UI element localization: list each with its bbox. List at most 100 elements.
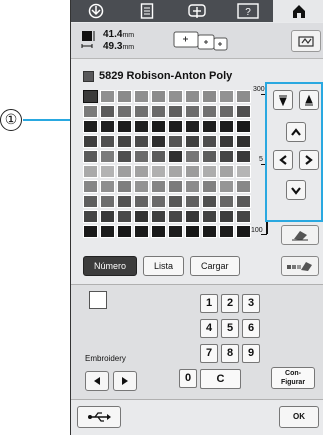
palette-cell[interactable] xyxy=(219,90,234,103)
palette-cell[interactable] xyxy=(151,195,166,208)
palette-cell[interactable] xyxy=(83,195,98,208)
palette-cell[interactable] xyxy=(168,135,183,148)
palette-cell[interactable] xyxy=(185,150,200,163)
palette-cell[interactable] xyxy=(236,90,251,103)
palette-cell[interactable] xyxy=(117,210,132,223)
clear-palette-button[interactable] xyxy=(281,256,319,276)
palette-cell[interactable] xyxy=(151,120,166,133)
palette-cell[interactable] xyxy=(185,195,200,208)
palette-cell[interactable] xyxy=(185,180,200,193)
palette-cell[interactable] xyxy=(151,165,166,178)
palette-cell[interactable] xyxy=(219,210,234,223)
palette-cell[interactable] xyxy=(168,90,183,103)
palette-cell[interactable] xyxy=(219,105,234,118)
palette-cell[interactable] xyxy=(134,105,149,118)
palette-cell[interactable] xyxy=(100,120,115,133)
key-7[interactable]: 7 xyxy=(200,344,218,363)
wireless-button[interactable] xyxy=(291,30,321,52)
palette-cell[interactable] xyxy=(151,135,166,148)
brand-next-button[interactable] xyxy=(113,371,137,391)
palette-cell[interactable] xyxy=(117,195,132,208)
palette-cell[interactable] xyxy=(100,150,115,163)
palette-cell[interactable] xyxy=(168,225,183,238)
palette-cell[interactable] xyxy=(100,180,115,193)
palette-cell[interactable] xyxy=(134,120,149,133)
palette-cell[interactable] xyxy=(134,90,149,103)
palette-cell[interactable] xyxy=(100,105,115,118)
key-3[interactable]: 3 xyxy=(242,294,260,313)
palette-cell[interactable] xyxy=(134,210,149,223)
palette-cell[interactable] xyxy=(151,105,166,118)
palette-cell[interactable] xyxy=(202,150,217,163)
palette-cell[interactable] xyxy=(168,165,183,178)
palette-cell[interactable] xyxy=(83,90,98,103)
palette-cell[interactable] xyxy=(117,135,132,148)
palette-cell[interactable] xyxy=(219,195,234,208)
palette-cell[interactable] xyxy=(219,120,234,133)
number-mode-button[interactable]: Número xyxy=(83,256,138,276)
palette-cell[interactable] xyxy=(236,150,251,163)
palette-cell[interactable] xyxy=(117,225,132,238)
palette-cell[interactable] xyxy=(236,210,251,223)
palette-cell[interactable] xyxy=(236,180,251,193)
palette-cell[interactable] xyxy=(202,135,217,148)
usb-button[interactable] xyxy=(77,406,121,428)
tab-sewing[interactable] xyxy=(71,0,122,22)
palette-cell[interactable] xyxy=(185,165,200,178)
palette-cell[interactable] xyxy=(185,210,200,223)
palette-cell[interactable] xyxy=(202,90,217,103)
palette-cell[interactable] xyxy=(236,195,251,208)
palette-cell[interactable] xyxy=(202,195,217,208)
palette-cell[interactable] xyxy=(83,120,98,133)
palette-cell[interactable] xyxy=(168,195,183,208)
palette-cell[interactable] xyxy=(83,180,98,193)
key-8[interactable]: 8 xyxy=(221,344,239,363)
palette-cell[interactable] xyxy=(202,225,217,238)
palette-cell[interactable] xyxy=(202,165,217,178)
palette-cell[interactable] xyxy=(202,180,217,193)
tab-document[interactable] xyxy=(122,0,173,22)
tab-home[interactable] xyxy=(273,0,323,22)
scroll-down-button[interactable] xyxy=(286,180,306,200)
palette-cell[interactable] xyxy=(151,150,166,163)
configure-button[interactable]: Con- Figurar xyxy=(271,367,315,389)
palette-cell[interactable] xyxy=(219,225,234,238)
palette-cell[interactable] xyxy=(100,195,115,208)
load-button[interactable]: Cargar xyxy=(190,256,240,276)
palette-cell[interactable] xyxy=(151,210,166,223)
key-9[interactable]: 9 xyxy=(242,344,260,363)
tab-help[interactable]: ? xyxy=(223,0,274,22)
key-1[interactable]: 1 xyxy=(200,294,218,313)
palette-cell[interactable] xyxy=(134,165,149,178)
palette-cell[interactable] xyxy=(134,135,149,148)
palette-cell[interactable] xyxy=(236,135,251,148)
palette-cell[interactable] xyxy=(168,150,183,163)
palette-cell[interactable] xyxy=(219,150,234,163)
key-5[interactable]: 5 xyxy=(221,319,239,338)
palette-cell[interactable] xyxy=(219,165,234,178)
palette-cell[interactable] xyxy=(185,105,200,118)
palette-cell[interactable] xyxy=(100,165,115,178)
palette-cell[interactable] xyxy=(83,105,98,118)
list-mode-button[interactable]: Lista xyxy=(143,256,185,276)
key-6[interactable]: 6 xyxy=(242,319,260,338)
palette-cell[interactable] xyxy=(134,150,149,163)
key-2[interactable]: 2 xyxy=(221,294,239,313)
key-0[interactable]: 0 xyxy=(179,369,197,388)
palette-cell[interactable] xyxy=(168,105,183,118)
palette-cell[interactable] xyxy=(185,135,200,148)
palette-cell[interactable] xyxy=(202,120,217,133)
palette-cell[interactable] xyxy=(117,90,132,103)
palette-cell[interactable] xyxy=(151,180,166,193)
palette-cell[interactable] xyxy=(151,90,166,103)
palette-cell[interactable] xyxy=(168,210,183,223)
palette-cell[interactable] xyxy=(236,225,251,238)
palette-cell[interactable] xyxy=(83,225,98,238)
palette-cell[interactable] xyxy=(185,90,200,103)
palette-cell[interactable] xyxy=(100,210,115,223)
palette-cell[interactable] xyxy=(100,135,115,148)
clear-key[interactable]: C xyxy=(200,369,241,389)
palette-cell[interactable] xyxy=(219,135,234,148)
palette-cell[interactable] xyxy=(236,120,251,133)
palette-cell[interactable] xyxy=(185,225,200,238)
